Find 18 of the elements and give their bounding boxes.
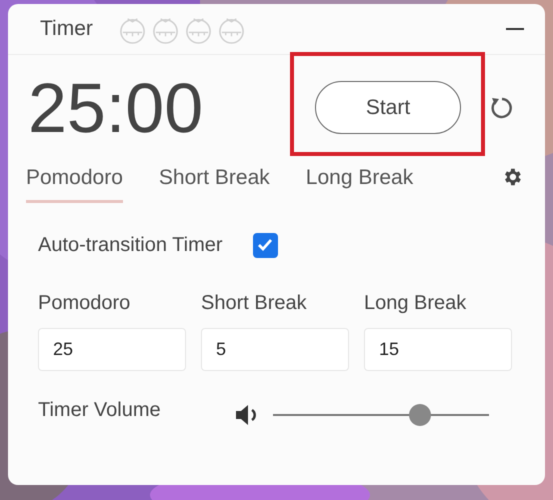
duration-label: Long Break — [364, 291, 468, 316]
window-title: Timer — [40, 16, 93, 42]
tab[interactable]: Long Break — [306, 160, 414, 202]
slider-thumb[interactable] — [408, 404, 431, 426]
duration-label: Pomodoro — [38, 291, 132, 316]
tab[interactable]: Pomodoro — [26, 160, 123, 202]
duration-field[interactable]: 15 — [364, 328, 512, 371]
auto-transition-checkbox[interactable] — [252, 232, 278, 258]
volume-slider[interactable] — [273, 404, 489, 426]
duration-label: Short Break — [201, 291, 308, 316]
duration-field[interactable]: 5 — [201, 328, 349, 371]
volume-label: Timer Volume — [38, 398, 162, 423]
check-icon — [257, 238, 274, 252]
timer-display: 25:00 — [28, 72, 204, 142]
duration-field[interactable]: 25 — [38, 328, 186, 371]
auto-transition-label: Auto-transition Timer — [38, 233, 223, 258]
start-button[interactable]: Start — [315, 81, 461, 134]
tab[interactable]: Short Break — [158, 160, 270, 202]
